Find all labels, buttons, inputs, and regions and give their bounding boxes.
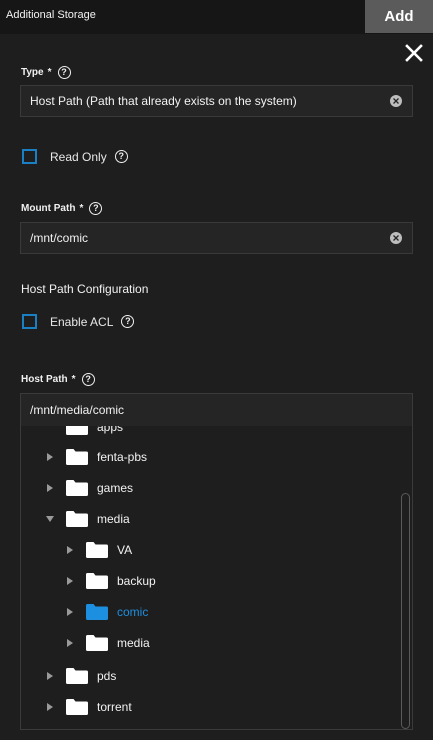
folder-icon [86, 542, 108, 558]
chevron-right-icon[interactable] [45, 426, 55, 432]
chevron-right-icon[interactable] [65, 638, 75, 648]
folder-icon [66, 449, 88, 465]
host-path-label-text: Host Path [21, 374, 68, 385]
type-label: Type * ? [21, 66, 71, 79]
read-only-row: Read Only ? [22, 149, 128, 164]
required-marker: * [47, 67, 52, 78]
tree-node-label: VA [117, 543, 133, 557]
tree-node-label: apps [97, 426, 124, 434]
read-only-checkbox[interactable] [22, 149, 37, 164]
mount-path-input[interactable]: /mnt/comic [20, 222, 413, 254]
chevron-down-icon[interactable] [45, 514, 55, 524]
tree-node-label: backup [117, 574, 156, 588]
directory-tree[interactable]: apps fenta-pbs games media VA backup com… [20, 426, 413, 730]
enable-acl-row: Enable ACL ? [22, 314, 135, 329]
folder-icon [86, 573, 108, 589]
tree-node-label: games [97, 481, 134, 495]
help-icon[interactable]: ? [81, 373, 95, 386]
host-path-label: Host Path * ? [21, 373, 95, 386]
add-button[interactable]: Add [365, 0, 433, 33]
help-icon[interactable]: ? [121, 315, 135, 328]
folder-icon [66, 668, 88, 684]
header-title: Additional Storage [6, 9, 96, 21]
type-select[interactable]: Host Path (Path that already exists on t… [20, 85, 413, 117]
host-path-value: /mnt/media/comic [30, 403, 125, 417]
chevron-right-icon[interactable] [45, 483, 55, 493]
tree-node-va[interactable]: VA [65, 540, 132, 560]
chevron-right-icon[interactable] [65, 607, 75, 617]
tree-node-partial[interactable]: apps [45, 426, 123, 437]
help-icon[interactable]: ? [114, 150, 128, 163]
tree-node-label: comic [117, 605, 149, 619]
clear-icon[interactable] [390, 232, 402, 244]
tree-node-label: torrent [97, 700, 132, 714]
tree-node-label: media [97, 512, 130, 526]
required-marker: * [71, 374, 76, 385]
enable-acl-label: Enable ACL [50, 314, 114, 329]
chevron-right-icon[interactable] [65, 576, 75, 586]
help-icon[interactable]: ? [57, 66, 71, 79]
chevron-right-icon[interactable] [45, 671, 55, 681]
close-icon[interactable] [403, 42, 425, 64]
type-select-value: Host Path (Path that already exists on t… [30, 94, 297, 108]
tree-node-games[interactable]: games [45, 478, 133, 498]
clear-icon[interactable] [390, 95, 402, 107]
chevron-right-icon[interactable] [45, 452, 55, 462]
folder-icon [86, 635, 108, 651]
chevron-right-icon[interactable] [45, 702, 55, 712]
tree-node-media[interactable]: media [45, 509, 130, 529]
chevron-right-icon[interactable] [65, 545, 75, 555]
folder-icon [86, 604, 108, 620]
folder-icon [66, 426, 88, 435]
top-bar: Additional Storage Add [0, 0, 433, 34]
mount-path-value: /mnt/comic [30, 231, 89, 245]
tree-node-fenta-pbs[interactable]: fenta-pbs [45, 447, 147, 467]
tree-node-torrent[interactable]: torrent [45, 697, 132, 717]
tree-node-comic[interactable]: comic [65, 602, 148, 622]
tree-node-backup[interactable]: backup [65, 571, 156, 591]
folder-icon [66, 480, 88, 496]
read-only-label: Read Only [50, 149, 107, 164]
host-path-input[interactable]: /mnt/media/comic [20, 393, 413, 427]
tree-node-label: media [117, 636, 150, 650]
mount-path-label-text: Mount Path [21, 203, 76, 214]
tree-node-pds[interactable]: pds [45, 666, 116, 686]
enable-acl-checkbox[interactable] [22, 314, 37, 329]
required-marker: * [79, 203, 84, 214]
mount-path-label: Mount Path * ? [21, 202, 103, 215]
tree-scrollbar[interactable] [401, 493, 410, 729]
host-path-config-title: Host Path Configuration [21, 282, 149, 296]
folder-icon [66, 511, 88, 527]
tree-node-label: pds [97, 669, 117, 683]
help-icon[interactable]: ? [89, 202, 103, 215]
folder-icon [66, 699, 88, 715]
tree-node-label: fenta-pbs [97, 450, 148, 464]
tree-node-media-sub[interactable]: media [65, 633, 150, 653]
type-label-text: Type [21, 67, 44, 78]
